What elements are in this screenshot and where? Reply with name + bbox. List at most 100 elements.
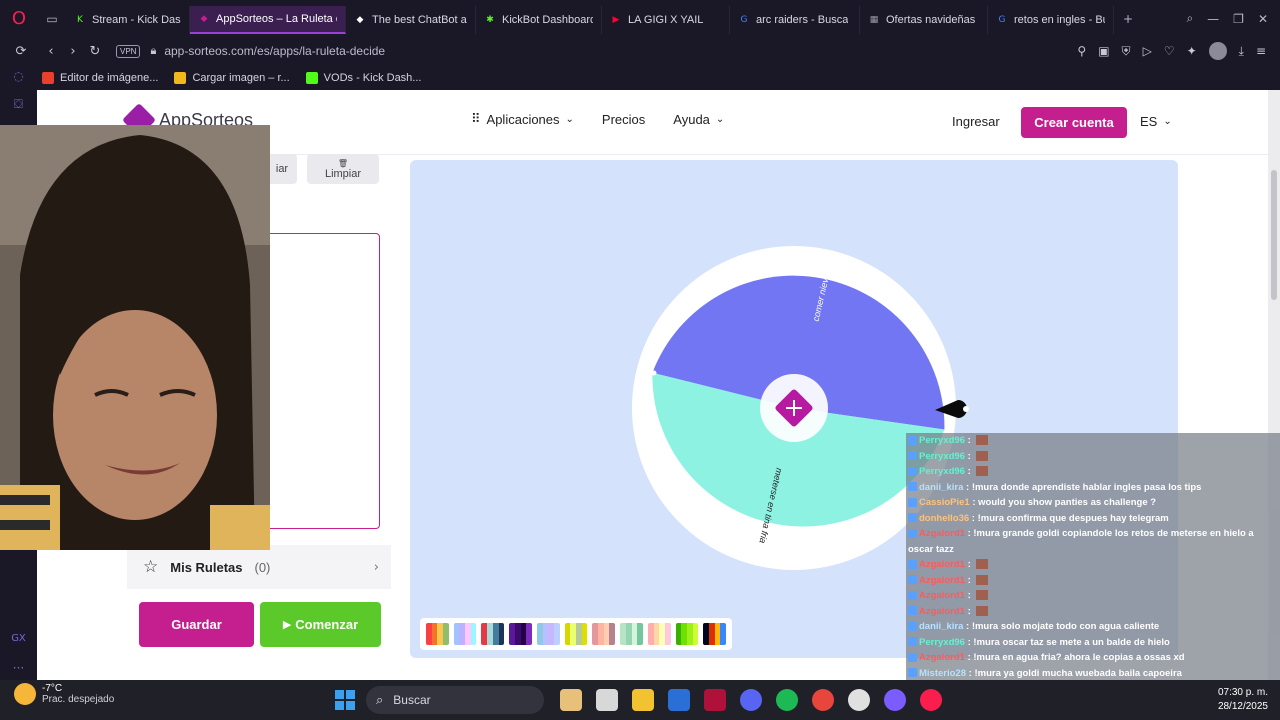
- tab-favicon-icon: ▶: [612, 14, 620, 25]
- start-button[interactable]: ▶ Comenzar: [260, 602, 381, 647]
- back-icon[interactable]: ‹: [40, 44, 62, 59]
- palette-swatch[interactable]: [703, 623, 727, 645]
- palette-swatch[interactable]: [536, 623, 560, 645]
- browser-tab[interactable]: Garc raiders - Busca: [730, 5, 860, 34]
- opera-logo-icon[interactable]: O: [0, 0, 38, 37]
- mis-ruletas-row[interactable]: ☆ Mis Ruletas (0) ›: [127, 545, 391, 589]
- bookmark-item[interactable]: VODs - Kick Dash...: [305, 71, 421, 84]
- pin-icon[interactable]: ⚲: [1077, 44, 1086, 58]
- signup-button[interactable]: Crear cuenta: [1021, 107, 1127, 138]
- app-purple-icon[interactable]: [884, 689, 906, 711]
- login-link[interactable]: Ingresar: [952, 114, 1000, 129]
- nav-precios[interactable]: Precios: [602, 112, 645, 127]
- palette-swatch[interactable]: [564, 623, 588, 645]
- file-explorer-icon[interactable]: [632, 689, 654, 711]
- menu-icon[interactable]: ≡: [1256, 44, 1266, 58]
- taskbar-search[interactable]: ⌕ Buscar: [366, 686, 544, 714]
- chat-message: Azgalord1 : !mura grande goldi copiandol…: [908, 528, 1254, 539]
- snapshot-icon[interactable]: ▣: [1098, 44, 1109, 58]
- discord-icon[interactable]: [740, 689, 762, 711]
- close-icon[interactable]: ✕: [1258, 12, 1268, 26]
- weather-widget[interactable]: -7°C Prac. despejado: [14, 683, 114, 705]
- browser-tab[interactable]: K Stream - Kick Dash: [66, 5, 190, 34]
- palette-swatch[interactable]: [453, 623, 477, 645]
- shield-icon[interactable]: ⛨: [1122, 44, 1131, 59]
- sidebar-refresh-icon[interactable]: ◌: [13, 69, 23, 83]
- download-icon[interactable]: ⤓: [1239, 44, 1244, 59]
- bookmark-item[interactable]: Cargar imagen – r...: [174, 71, 290, 84]
- browser-tab[interactable]: ▦ Ofertas navideñas: [860, 5, 988, 34]
- forward-icon[interactable]: ›: [62, 44, 84, 59]
- clear-button[interactable]: 🗑︎ Limpiar: [307, 154, 379, 184]
- heart-icon[interactable]: ♡: [1164, 44, 1175, 58]
- chat-message: Perryxd96 :: [908, 466, 989, 477]
- taskbar-apps: [560, 689, 942, 711]
- chat-emote-icon: [976, 574, 989, 585]
- palette-swatch[interactable]: [647, 623, 671, 645]
- task-view-icon[interactable]: [596, 689, 618, 711]
- lock-icon[interactable]: 🔒︎: [150, 44, 156, 58]
- nav-aplicaciones-label: Aplicaciones: [486, 112, 560, 127]
- chat-message: Azgalord1 :: [908, 590, 989, 601]
- widget-icon[interactable]: [560, 689, 582, 711]
- reload-icon[interactable]: ↻: [84, 44, 106, 59]
- maximize-icon[interactable]: ❐: [1233, 12, 1244, 26]
- gx-icon[interactable]: GX: [11, 633, 26, 644]
- windows-start-icon[interactable]: [335, 690, 355, 710]
- taskbar-clock[interactable]: 07:30 p. m. 28/12/2025: [1212, 686, 1268, 714]
- palette-swatch[interactable]: [426, 623, 449, 645]
- player-icon[interactable]: ▷: [1143, 44, 1152, 58]
- save-button[interactable]: Guardar: [139, 602, 254, 647]
- browser-tab[interactable]: ◆ The best ChatBot a: [346, 5, 476, 34]
- options-textarea[interactable]: [265, 233, 380, 529]
- palette-swatch[interactable]: [675, 623, 699, 645]
- chat-badge-icon: [908, 497, 917, 507]
- spotify-icon[interactable]: [776, 689, 798, 711]
- outlook-icon[interactable]: [668, 689, 690, 711]
- chat-message: CassioPie1 : would you show panties as c…: [908, 497, 1156, 508]
- nav-ayuda[interactable]: Ayuda ⌄: [673, 112, 724, 127]
- sidebar-more-icon[interactable]: ···: [13, 661, 24, 675]
- sidebar-bag-icon[interactable]: ⛋: [14, 97, 23, 112]
- bookmark-item[interactable]: Editor de imágene...: [42, 71, 158, 84]
- reload-sync-icon[interactable]: ⟳: [10, 44, 32, 59]
- chat-message: donhello36 : !mura confirma que despues …: [908, 513, 1169, 524]
- language-select[interactable]: ES ⌄: [1140, 114, 1172, 129]
- search-tabs-icon[interactable]: ⌕: [1186, 11, 1193, 26]
- palette-swatch[interactable]: [481, 623, 505, 645]
- url-field[interactable]: app-sorteos.com/es/apps/la-ruleta-decide: [164, 44, 385, 58]
- obs-icon[interactable]: [848, 689, 870, 711]
- palette-swatch[interactable]: [509, 623, 532, 645]
- browser-tab[interactable]: ▶ LA GIGI X YAIL: [602, 5, 730, 34]
- toolbar-button-partial[interactable]: iar: [267, 154, 297, 184]
- chevron-down-icon: ⌄: [1163, 116, 1172, 127]
- chat-separator: :: [964, 590, 974, 601]
- browser-tab[interactable]: ◆ AppSorteos – La Ruleta d: [190, 5, 346, 34]
- tab-favicon-icon: ◆: [200, 13, 208, 24]
- browser-tab[interactable]: Gretos en ingles - Bu: [988, 5, 1114, 34]
- chrome-icon[interactable]: [812, 689, 834, 711]
- nav-aplicaciones[interactable]: ⠿ Aplicaciones ⌄: [471, 112, 574, 127]
- nav-ayuda-label: Ayuda: [673, 112, 710, 127]
- palette-swatch[interactable]: [592, 623, 616, 645]
- browser-tab[interactable]: ✱ KickBot Dashboard: [476, 5, 602, 34]
- new-tab-icon[interactable]: +: [1114, 0, 1142, 37]
- chat-username: Azgalord1: [919, 528, 965, 539]
- tab-favicon-icon: ◆: [356, 14, 364, 25]
- tab-label: LA GIGI X YAIL: [628, 13, 704, 26]
- palette-swatch[interactable]: [620, 623, 643, 645]
- scrollbar-thumb[interactable]: [1271, 170, 1277, 300]
- vpn-badge[interactable]: VPN: [116, 44, 141, 58]
- tab-label: KickBot Dashboard: [502, 13, 593, 26]
- browser-tab-bar: O ▭ K Stream - Kick Dash ◆ AppSorteos – La …: [0, 0, 1280, 37]
- opera-gx-icon[interactable]: [920, 689, 942, 711]
- tab-island-icon[interactable]: ▭: [38, 0, 66, 37]
- minimize-icon[interactable]: —: [1207, 12, 1219, 26]
- chat-username: donhello36: [919, 512, 970, 524]
- chat-emote-icon: [976, 466, 989, 477]
- star-icon: ☆: [143, 557, 159, 577]
- extensions-icon[interactable]: ✦: [1187, 44, 1197, 58]
- profile-avatar[interactable]: [1208, 42, 1227, 60]
- app-red-icon[interactable]: [704, 689, 726, 711]
- chat-username: Perryxd96: [919, 435, 965, 446]
